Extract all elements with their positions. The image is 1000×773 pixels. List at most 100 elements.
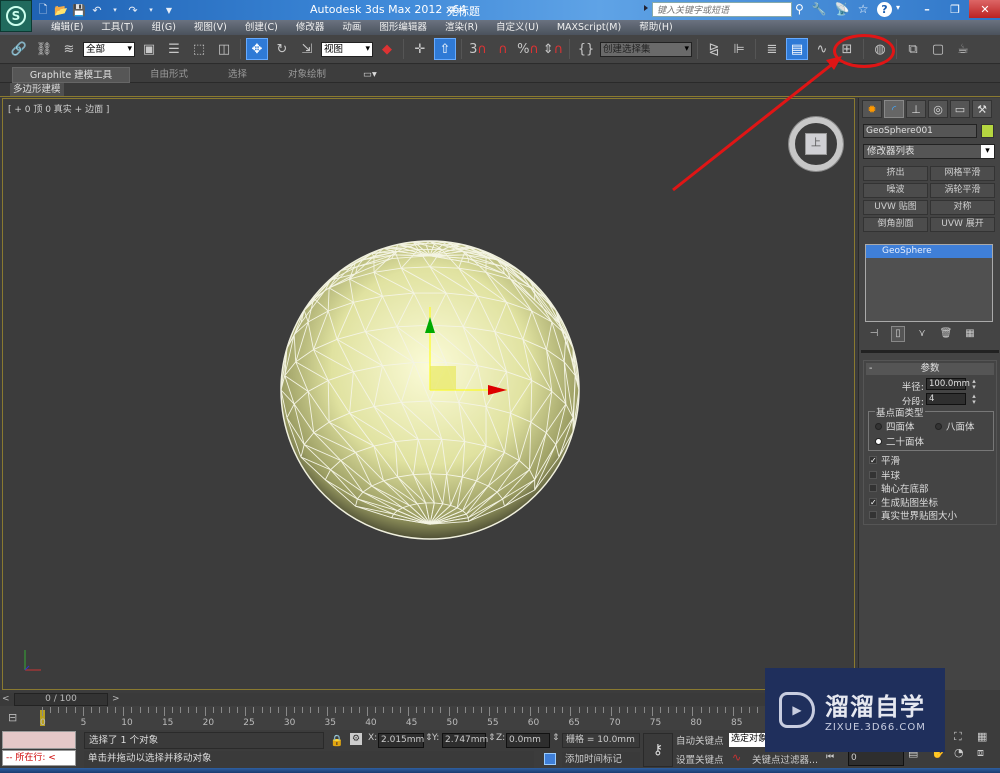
segments-input[interactable]: 4	[926, 393, 966, 405]
named-selection-sets-dropdown[interactable]: 创建选择集	[600, 41, 692, 57]
time-slider[interactable]: < 0 / 100 >	[0, 693, 858, 706]
orbit-icon[interactable]: ◔	[954, 746, 974, 760]
z-spinner[interactable]: ⇕	[552, 733, 560, 743]
panel-polygon-modeling[interactable]: 多边形建模	[10, 83, 64, 96]
window-crossing-icon[interactable]: ◫	[213, 38, 235, 60]
viewcube-top-face[interactable]: 上	[805, 133, 827, 155]
mirror-icon[interactable]: ⧎	[703, 38, 725, 60]
remove-modifier-icon[interactable]: 🗑	[939, 327, 953, 341]
pin-stack-icon[interactable]: ⊣	[867, 327, 881, 341]
satellite-icon[interactable]: 📡	[835, 2, 850, 16]
modifier-meshsmooth-button[interactable]: 网格平滑	[930, 166, 995, 181]
viewport-label[interactable]: [ + 0 顶 0 真实 + 边面 ]	[8, 102, 109, 115]
z-coordinate-input[interactable]: 0.0mm	[506, 733, 550, 748]
radius-input[interactable]: 100.0mm	[926, 378, 970, 390]
key-filters-button[interactable]: 关键点过滤器...	[752, 752, 818, 766]
align-icon[interactable]: ⊫	[728, 38, 750, 60]
modifier-symmetry-button[interactable]: 对称	[930, 200, 995, 215]
curve-editor-icon[interactable]: ∿	[811, 38, 833, 60]
y-coordinate-input[interactable]: 2.747mm	[442, 733, 488, 748]
zoom-extents-all-icon[interactable]: ▦	[977, 730, 997, 744]
key-selection-dropdown[interactable]: 选定对象	[729, 733, 769, 747]
select-manipulate-icon[interactable]: ✛	[409, 38, 431, 60]
redo-dropdown-icon[interactable]: ▾	[144, 3, 158, 17]
minimize-button[interactable]: –	[913, 0, 941, 18]
segments-spinner[interactable]: ▴ ▾	[970, 393, 978, 406]
object-name-field[interactable]: GeoSphere001	[863, 124, 977, 138]
menu-group[interactable]: 组(G)	[143, 20, 185, 35]
checkbox-real-world-map[interactable]: 真实世界贴图大小	[869, 508, 957, 522]
ribbon-options-icon[interactable]: ▭▾	[363, 67, 377, 83]
menu-edit[interactable]: 编辑(E)	[42, 20, 92, 35]
layer-manager-icon[interactable]: ≣	[761, 38, 783, 60]
maxscript-line[interactable]: -- 所在行: <	[2, 750, 76, 766]
select-and-move-icon[interactable]: ✥	[246, 38, 268, 60]
motion-tab-icon[interactable]: ◎	[928, 100, 948, 118]
selection-lock-icon[interactable]: 🔒	[330, 734, 344, 747]
modifier-turbosmooth-button[interactable]: 涡轮平滑	[930, 183, 995, 198]
unlink-icon[interactable]: ⛓	[33, 38, 55, 60]
maximize-viewport-icon[interactable]: ⧈	[977, 746, 997, 760]
select-by-name-icon[interactable]: ☰	[163, 38, 185, 60]
modifier-extrude-button[interactable]: 挤出	[863, 166, 928, 181]
zoom-extents-icon[interactable]: ⛶	[954, 730, 974, 744]
gizmo-xy-plane[interactable]	[430, 366, 456, 390]
utilities-tab-icon[interactable]: ⚒	[972, 100, 992, 118]
render-production-icon[interactable]: ☕	[952, 38, 974, 60]
hierarchy-tab-icon[interactable]: ⊥	[906, 100, 926, 118]
radio-icosa[interactable]: 二十面体	[875, 434, 924, 448]
go-to-start-icon[interactable]: ⏮	[826, 752, 834, 762]
menu-animation[interactable]: 动画	[333, 20, 370, 35]
help-icon[interactable]: ?	[877, 2, 892, 17]
spinner-snap-icon[interactable]: ⇕ ∩	[542, 38, 564, 60]
stack-item-geosphere[interactable]: GeoSphere	[866, 245, 992, 258]
checkbox-base-to-pivot[interactable]: 轴心在底部	[869, 481, 929, 495]
material-editor-icon[interactable]: ◍	[869, 38, 891, 60]
select-and-link-icon[interactable]: 🔗	[8, 38, 30, 60]
schematic-view-icon[interactable]: ⊞	[836, 38, 858, 60]
absolute-mode-icon[interactable]: ⚙	[350, 733, 362, 745]
open-icon[interactable]: 📂	[54, 3, 68, 17]
modify-tab-icon[interactable]: ◜	[884, 100, 904, 118]
new-icon[interactable]: 🗋	[36, 3, 50, 17]
x-coordinate-input[interactable]: 2.015mm	[378, 733, 424, 748]
auto-key-button[interactable]: 自动关键点	[676, 733, 724, 747]
modifier-unwrap-uvw-button[interactable]: UVW 展开	[930, 217, 995, 232]
select-object-icon[interactable]: ▣	[138, 38, 160, 60]
modifier-uvw-map-button[interactable]: UVW 贴图	[863, 200, 928, 215]
create-tab-icon[interactable]: ✹	[862, 100, 882, 118]
viewcube[interactable]: 上	[789, 117, 843, 171]
snaps-toggle-icon[interactable]: 3 ∩	[467, 38, 489, 60]
next-frame-button[interactable]: >	[112, 694, 122, 705]
make-unique-icon[interactable]: ⋎	[915, 327, 929, 341]
save-icon[interactable]: 💾	[72, 3, 86, 17]
infocenter-search-input[interactable]	[652, 2, 792, 17]
set-key-button[interactable]: 设置关键点	[676, 752, 724, 766]
show-end-result-icon[interactable]: ▯	[891, 326, 905, 342]
modifier-bevel-profile-button[interactable]: 倒角剖面	[863, 217, 928, 232]
current-frame-input[interactable]: 0	[848, 751, 904, 766]
menu-maxscript[interactable]: MAXScript(M)	[548, 20, 630, 35]
help-dropdown-icon[interactable]: ▾	[896, 3, 900, 12]
mini-curve-editor-icon[interactable]: ⊟	[8, 711, 17, 724]
pivot-center-icon[interactable]: ◆	[376, 38, 398, 60]
restore-button[interactable]: ❐	[941, 0, 969, 18]
selection-filter-dropdown[interactable]: 全部	[83, 41, 135, 57]
tab-graphite-modeling-tools[interactable]: Graphite 建模工具	[12, 67, 130, 83]
object-color-swatch[interactable]	[981, 124, 994, 138]
time-slider-thumb[interactable]: 0 / 100	[14, 693, 108, 706]
graphite-modeling-tools-icon[interactable]: ▤	[786, 38, 808, 60]
select-and-rotate-icon[interactable]: ↻	[271, 38, 293, 60]
app-menu-button[interactable]: S	[0, 0, 32, 32]
edit-named-selection-icon[interactable]: {}	[575, 38, 597, 60]
wrench-icon[interactable]: 🔧	[812, 2, 827, 16]
maxscript-listener-mini[interactable]	[2, 731, 76, 749]
binoculars-icon[interactable]: ⚲	[795, 2, 804, 16]
menu-graph-editors[interactable]: 图形编辑器	[370, 20, 436, 35]
display-tab-icon[interactable]: ▭	[950, 100, 970, 118]
radius-spinner[interactable]: ▴ ▾	[970, 378, 978, 391]
bind-to-space-warp-icon[interactable]: ≋	[58, 38, 80, 60]
menu-tools[interactable]: 工具(T)	[92, 20, 142, 35]
rollout-header[interactable]: - 参数	[866, 363, 994, 375]
radio-tetra[interactable]: 四面体	[875, 419, 915, 433]
